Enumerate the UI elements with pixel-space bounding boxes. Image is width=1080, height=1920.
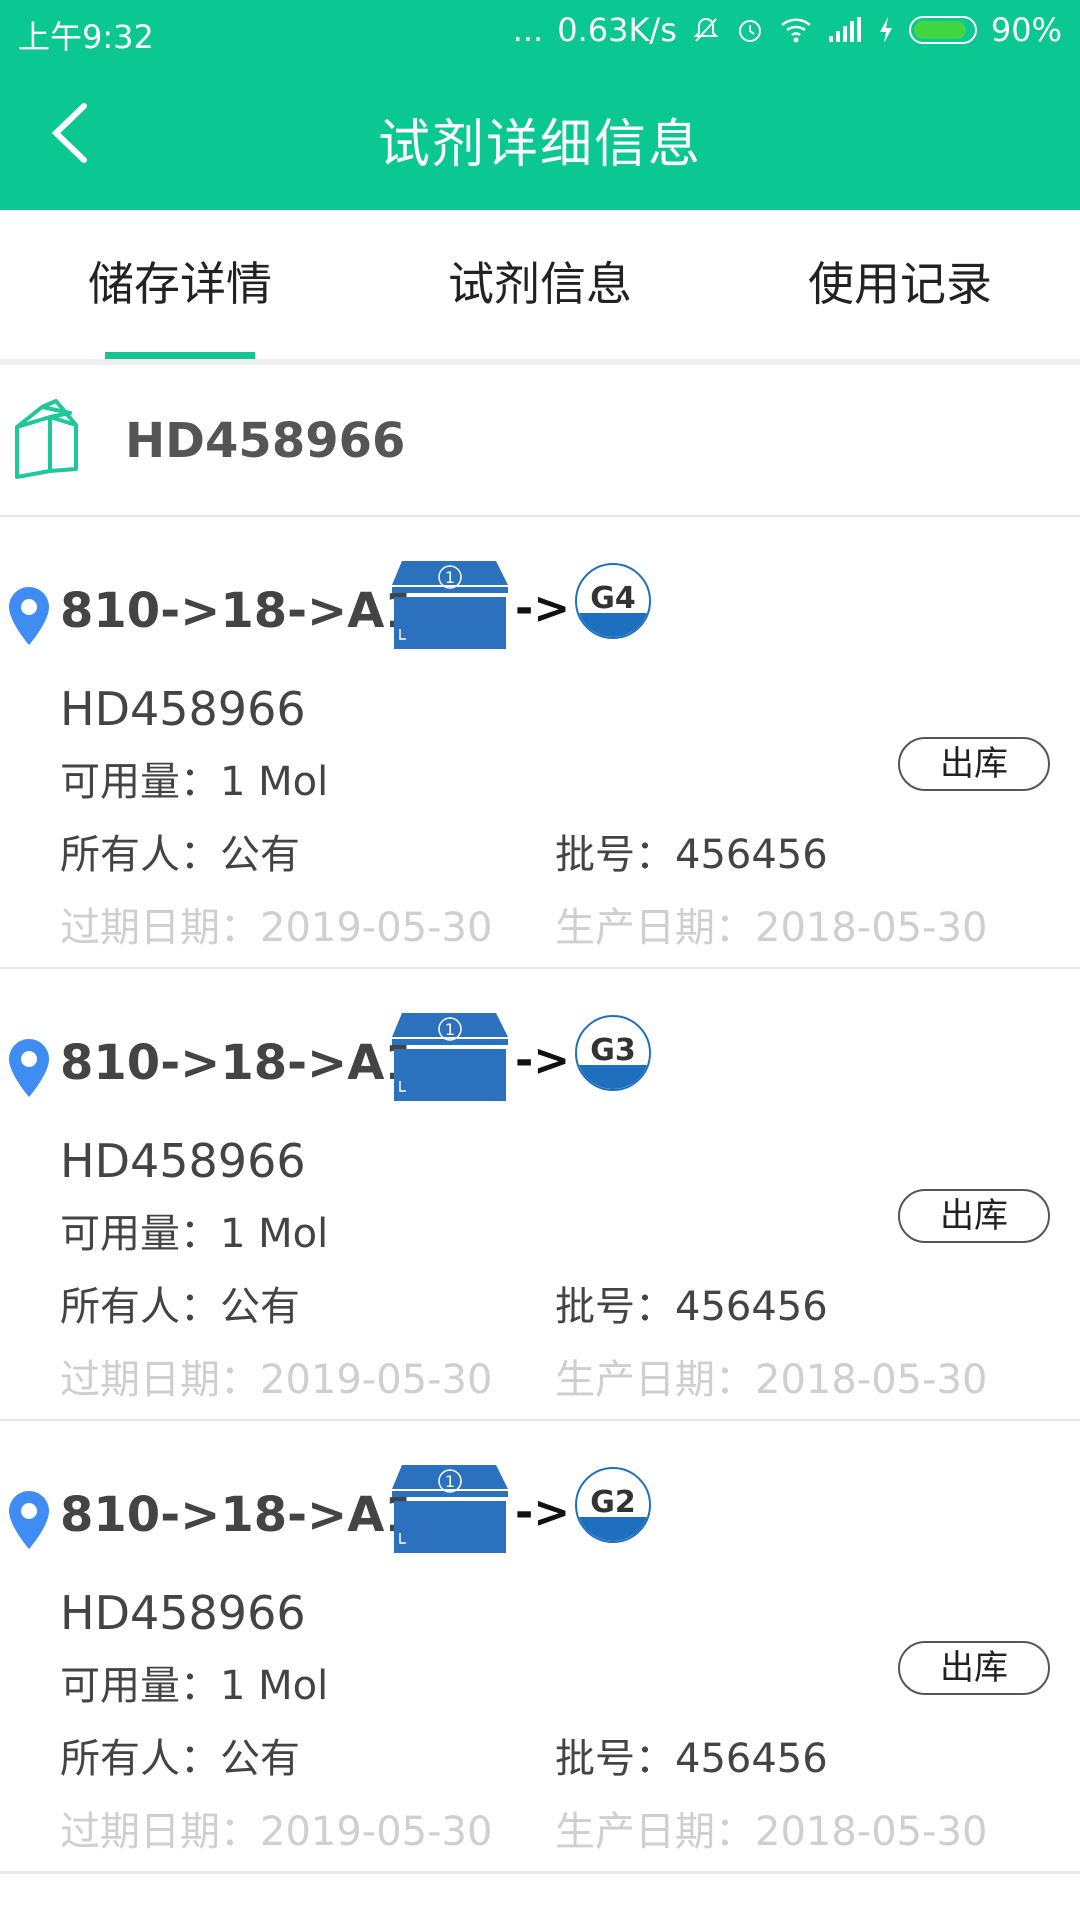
status-bar: 上午9:32 ... 0.63K/s 90%	[0, 0, 1080, 62]
location-pin-icon	[9, 1039, 49, 1097]
batch-number: 批号：456456	[555, 1736, 828, 1782]
checkout-button[interactable]: 出库	[898, 1189, 1050, 1243]
slot-badge: G3	[575, 1015, 651, 1091]
storage-card: 810->18->A1-> 1 -> G2 HD458966 可用量：1 Mol…	[0, 1421, 1080, 1874]
location-path: 810->18->A1-> 1 -> G4	[0, 547, 1080, 657]
page-title: 试剂详细信息	[377, 115, 702, 175]
owner: 所有人：公有	[60, 1736, 300, 1782]
svg-text:1: 1	[445, 568, 455, 587]
expiry-date: 过期日期：2019-05-30	[60, 1809, 493, 1855]
path-arrow: ->	[515, 1035, 571, 1086]
batch-number: 批号：456456	[555, 1284, 828, 1330]
cabinet-icon: 1	[392, 1465, 508, 1553]
owner: 所有人：公有	[60, 1284, 300, 1330]
charging-icon	[879, 17, 892, 43]
slot-label: G3	[590, 1033, 636, 1068]
storage-card: 810->18->A1-> 1 -> G3 HD458966 可用量：1 Mol…	[0, 969, 1080, 1422]
location-pin-icon	[9, 587, 49, 645]
reagent-code-title: HD458966	[125, 413, 406, 469]
production-date: 生产日期：2018-05-30	[555, 1357, 988, 1403]
alarm-icon	[738, 20, 761, 42]
status-icons: ... 0.63K/s 90%	[513, 10, 1062, 50]
production-date: 生产日期：2018-05-30	[555, 1809, 988, 1855]
reagent-code: HD458966	[60, 1586, 306, 1640]
batch-number: 批号：456456	[555, 832, 828, 878]
slot-label: G2	[590, 1485, 636, 1520]
mute-bell-icon	[693, 17, 719, 42]
slot-badge: G2	[575, 1467, 651, 1543]
tab-usage-records[interactable]: 使用记录	[720, 210, 1080, 358]
signal-icon	[828, 17, 861, 42]
expiry-date: 过期日期：2019-05-30	[60, 905, 493, 951]
battery-percent: 90%	[990, 11, 1062, 49]
checkout-button[interactable]: 出库	[898, 1641, 1050, 1695]
tab-active-indicator	[105, 352, 255, 359]
available-quantity: 可用量：1 Mol	[60, 759, 329, 805]
network-speed: 0.63K/s	[557, 11, 677, 49]
slot-badge: G4	[575, 563, 651, 639]
reagent-code: HD458966	[60, 682, 306, 736]
tab-bar: 储存详情 试剂信息 使用记录	[0, 210, 1080, 358]
reagent-header: HD458966	[0, 365, 1080, 517]
location-path: 810->18->A1-> 1 -> G3	[0, 999, 1080, 1109]
location-path: 810->18->A1-> 1 -> G2	[0, 1451, 1080, 1561]
available-quantity: 可用量：1 Mol	[60, 1663, 329, 1709]
svg-text:1: 1	[445, 1020, 455, 1039]
storage-card: 810->18->A1-> 1 -> G4 HD458966 可用量：1 Mol…	[0, 517, 1080, 970]
battery-icon	[908, 16, 977, 44]
app-bar: 试剂详细信息	[0, 62, 1080, 210]
svg-text:1: 1	[445, 1472, 455, 1491]
cabinet-icon: 1	[392, 1013, 508, 1101]
reagent-code: HD458966	[60, 1134, 306, 1188]
production-date: 生产日期：2018-05-30	[555, 905, 988, 951]
available-quantity: 可用量：1 Mol	[60, 1211, 329, 1257]
location-pin-icon	[9, 1491, 49, 1549]
owner: 所有人：公有	[60, 832, 300, 878]
status-time: 上午9:32	[18, 18, 154, 56]
reagent-box-icon	[15, 399, 78, 479]
tab-storage-details[interactable]: 储存详情	[0, 210, 360, 358]
path-arrow: ->	[515, 1487, 571, 1538]
slot-label: G4	[590, 581, 636, 616]
wifi-icon	[781, 18, 811, 43]
checkout-button[interactable]: 出库	[898, 737, 1050, 791]
cabinet-icon: 1	[392, 561, 508, 649]
expiry-date: 过期日期：2019-05-30	[60, 1357, 493, 1403]
path-arrow: ->	[515, 583, 571, 634]
tab-reagent-info[interactable]: 试剂信息	[360, 210, 720, 358]
more-dots: ...	[512, 11, 544, 49]
